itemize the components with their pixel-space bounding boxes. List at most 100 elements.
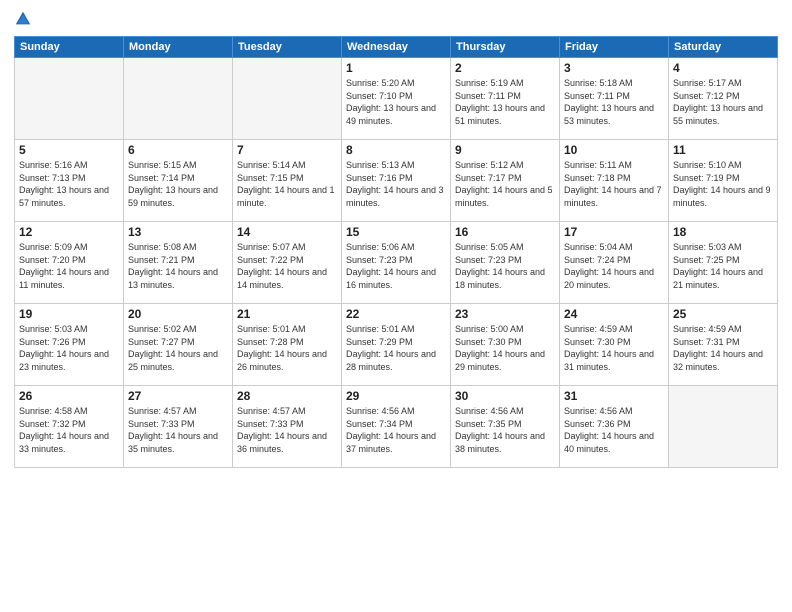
calendar-cell: 22 Sunrise: 5:01 AM Sunset: 7:29 PM Dayli…	[342, 304, 451, 386]
day-info: Sunrise: 5:05 AM Sunset: 7:23 PM Dayligh…	[455, 241, 555, 291]
day-info: Sunrise: 5:08 AM Sunset: 7:21 PM Dayligh…	[128, 241, 228, 291]
day-info: Sunrise: 4:59 AM Sunset: 7:31 PM Dayligh…	[673, 323, 773, 373]
calendar-cell: 26 Sunrise: 4:58 AM Sunset: 7:32 PM Dayli…	[15, 386, 124, 468]
day-info: Sunrise: 4:56 AM Sunset: 7:36 PM Dayligh…	[564, 405, 664, 455]
day-number: 19	[19, 307, 119, 321]
weekday-header: Saturday	[669, 37, 778, 58]
calendar-cell: 9 Sunrise: 5:12 AM Sunset: 7:17 PM Daylig…	[451, 140, 560, 222]
calendar-cell: 8Sunrise: 5:13 AM Sunset: 7:16 PM Daylig…	[342, 140, 451, 222]
calendar-cell	[15, 58, 124, 140]
calendar-cell: 13 Sunrise: 5:08 AM Sunset: 7:21 PM Dayli…	[124, 222, 233, 304]
calendar-cell: 3 Sunrise: 5:18 AM Sunset: 7:11 PM Daylig…	[560, 58, 669, 140]
day-number: 1	[346, 61, 446, 75]
day-info: Sunrise: 5:00 AM Sunset: 7:30 PM Dayligh…	[455, 323, 555, 373]
day-number: 12	[19, 225, 119, 239]
calendar-cell: 29 Sunrise: 4:56 AM Sunset: 7:34 PM Dayli…	[342, 386, 451, 468]
calendar-cell: 19Sunrise: 5:03 AM Sunset: 7:26 PM Dayli…	[15, 304, 124, 386]
calendar-cell: 25 Sunrise: 4:59 AM Sunset: 7:31 PM Dayli…	[669, 304, 778, 386]
day-number: 4	[673, 61, 773, 75]
day-info: Sunrise: 5:16 AM Sunset: 7:13 PM Dayligh…	[19, 159, 119, 209]
day-number: 30	[455, 389, 555, 403]
calendar-cell: 1Sunrise: 5:20 AM Sunset: 7:10 PM Daylig…	[342, 58, 451, 140]
calendar-cell: 12 Sunrise: 5:09 AM Sunset: 7:20 PM Dayli…	[15, 222, 124, 304]
day-number: 9	[455, 143, 555, 157]
calendar-cell: 5Sunrise: 5:16 AM Sunset: 7:13 PM Daylig…	[15, 140, 124, 222]
day-info: Sunrise: 5:10 AM Sunset: 7:19 PM Dayligh…	[673, 159, 773, 209]
day-number: 23	[455, 307, 555, 321]
day-info: Sunrise: 5:01 AM Sunset: 7:29 PM Dayligh…	[346, 323, 446, 373]
day-number: 26	[19, 389, 119, 403]
day-number: 13	[128, 225, 228, 239]
calendar-cell: 2 Sunrise: 5:19 AM Sunset: 7:11 PM Daylig…	[451, 58, 560, 140]
day-info: Sunrise: 5:15 AM Sunset: 7:14 PM Dayligh…	[128, 159, 228, 209]
calendar-cell: 24 Sunrise: 4:59 AM Sunset: 7:30 PM Dayli…	[560, 304, 669, 386]
calendar-cell: 16 Sunrise: 5:05 AM Sunset: 7:23 PM Dayli…	[451, 222, 560, 304]
calendar-cell	[669, 386, 778, 468]
day-number: 11	[673, 143, 773, 157]
header	[14, 10, 778, 28]
day-number: 27	[128, 389, 228, 403]
day-number: 29	[346, 389, 446, 403]
day-info: Sunrise: 5:04 AM Sunset: 7:24 PM Dayligh…	[564, 241, 664, 291]
calendar-cell: 20 Sunrise: 5:02 AM Sunset: 7:27 PM Dayli…	[124, 304, 233, 386]
day-info: Sunrise: 4:58 AM Sunset: 7:32 PM Dayligh…	[19, 405, 119, 455]
weekday-header: Friday	[560, 37, 669, 58]
calendar-cell: 30Sunrise: 4:56 AM Sunset: 7:35 PM Dayli…	[451, 386, 560, 468]
calendar-week-row: 19Sunrise: 5:03 AM Sunset: 7:26 PM Dayli…	[15, 304, 778, 386]
calendar-cell: 17Sunrise: 5:04 AM Sunset: 7:24 PM Dayli…	[560, 222, 669, 304]
calendar-week-row: 1Sunrise: 5:20 AM Sunset: 7:10 PM Daylig…	[15, 58, 778, 140]
day-number: 22	[346, 307, 446, 321]
calendar-cell: 6 Sunrise: 5:15 AM Sunset: 7:14 PM Daylig…	[124, 140, 233, 222]
calendar-cell: 28 Sunrise: 4:57 AM Sunset: 7:33 PM Dayli…	[233, 386, 342, 468]
calendar-cell: 27 Sunrise: 4:57 AM Sunset: 7:33 PM Dayli…	[124, 386, 233, 468]
calendar-cell: 21 Sunrise: 5:01 AM Sunset: 7:28 PM Dayli…	[233, 304, 342, 386]
calendar-week-row: 26 Sunrise: 4:58 AM Sunset: 7:32 PM Dayli…	[15, 386, 778, 468]
logo	[14, 10, 34, 28]
day-info: Sunrise: 4:57 AM Sunset: 7:33 PM Dayligh…	[237, 405, 337, 455]
day-info: Sunrise: 4:57 AM Sunset: 7:33 PM Dayligh…	[128, 405, 228, 455]
day-number: 7	[237, 143, 337, 157]
day-info: Sunrise: 5:09 AM Sunset: 7:20 PM Dayligh…	[19, 241, 119, 291]
day-number: 28	[237, 389, 337, 403]
day-info: Sunrise: 4:56 AM Sunset: 7:34 PM Dayligh…	[346, 405, 446, 455]
day-info: Sunrise: 5:19 AM Sunset: 7:11 PM Dayligh…	[455, 77, 555, 127]
day-number: 2	[455, 61, 555, 75]
day-info: Sunrise: 5:18 AM Sunset: 7:11 PM Dayligh…	[564, 77, 664, 127]
calendar-cell: 10Sunrise: 5:11 AM Sunset: 7:18 PM Dayli…	[560, 140, 669, 222]
day-info: Sunrise: 5:06 AM Sunset: 7:23 PM Dayligh…	[346, 241, 446, 291]
day-info: Sunrise: 5:14 AM Sunset: 7:15 PM Dayligh…	[237, 159, 337, 209]
day-number: 18	[673, 225, 773, 239]
weekday-header: Monday	[124, 37, 233, 58]
weekday-header: Wednesday	[342, 37, 451, 58]
day-info: Sunrise: 5:07 AM Sunset: 7:22 PM Dayligh…	[237, 241, 337, 291]
day-info: Sunrise: 5:12 AM Sunset: 7:17 PM Dayligh…	[455, 159, 555, 209]
day-number: 25	[673, 307, 773, 321]
calendar-cell: 23 Sunrise: 5:00 AM Sunset: 7:30 PM Dayli…	[451, 304, 560, 386]
day-info: Sunrise: 5:13 AM Sunset: 7:16 PM Dayligh…	[346, 159, 446, 209]
calendar-cell: 11 Sunrise: 5:10 AM Sunset: 7:19 PM Dayli…	[669, 140, 778, 222]
day-number: 6	[128, 143, 228, 157]
day-number: 24	[564, 307, 664, 321]
day-info: Sunrise: 4:59 AM Sunset: 7:30 PM Dayligh…	[564, 323, 664, 373]
day-info: Sunrise: 5:01 AM Sunset: 7:28 PM Dayligh…	[237, 323, 337, 373]
day-info: Sunrise: 5:03 AM Sunset: 7:25 PM Dayligh…	[673, 241, 773, 291]
weekday-header: Sunday	[15, 37, 124, 58]
day-number: 3	[564, 61, 664, 75]
calendar: SundayMondayTuesdayWednesdayThursdayFrid…	[14, 36, 778, 468]
weekday-header: Thursday	[451, 37, 560, 58]
day-info: Sunrise: 5:11 AM Sunset: 7:18 PM Dayligh…	[564, 159, 664, 209]
day-info: Sunrise: 5:02 AM Sunset: 7:27 PM Dayligh…	[128, 323, 228, 373]
calendar-cell	[233, 58, 342, 140]
day-number: 14	[237, 225, 337, 239]
day-number: 21	[237, 307, 337, 321]
calendar-cell: 31Sunrise: 4:56 AM Sunset: 7:36 PM Dayli…	[560, 386, 669, 468]
day-number: 15	[346, 225, 446, 239]
calendar-cell: 14 Sunrise: 5:07 AM Sunset: 7:22 PM Dayli…	[233, 222, 342, 304]
day-number: 16	[455, 225, 555, 239]
day-number: 20	[128, 307, 228, 321]
calendar-cell: 4Sunrise: 5:17 AM Sunset: 7:12 PM Daylig…	[669, 58, 778, 140]
calendar-cell: 7 Sunrise: 5:14 AM Sunset: 7:15 PM Daylig…	[233, 140, 342, 222]
weekday-header-row: SundayMondayTuesdayWednesdayThursdayFrid…	[15, 37, 778, 58]
weekday-header: Tuesday	[233, 37, 342, 58]
calendar-cell: 18 Sunrise: 5:03 AM Sunset: 7:25 PM Dayli…	[669, 222, 778, 304]
